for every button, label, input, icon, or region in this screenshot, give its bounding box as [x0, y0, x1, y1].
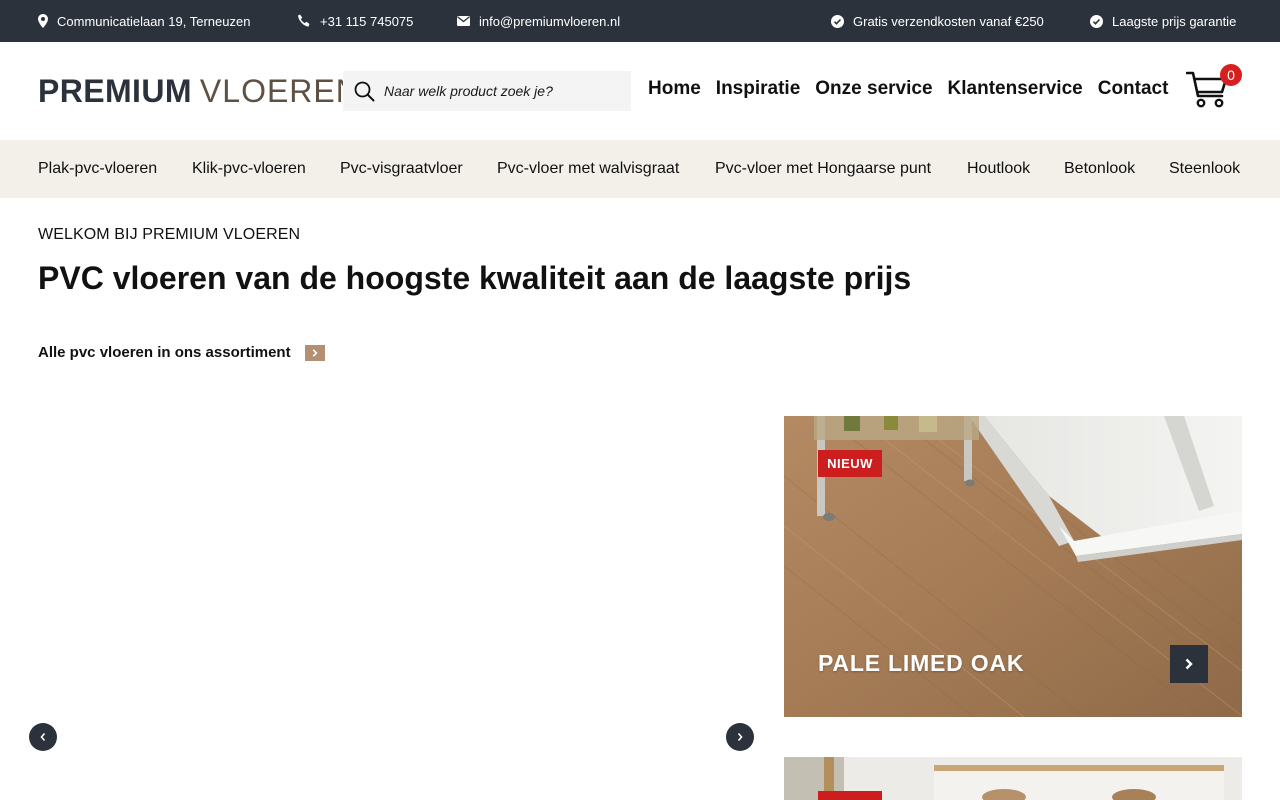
new-badge: NIEUW: [818, 450, 882, 477]
category-walvisgraat[interactable]: Pvc-vloer met walvisgraat: [497, 140, 679, 198]
nav-contact[interactable]: Contact: [1098, 78, 1169, 100]
category-navigation: Plak-pvc-vloeren Klik-pvc-vloeren Pvc-vi…: [0, 140, 1280, 198]
product-next-button[interactable]: [1170, 645, 1208, 683]
logo-bold: PREMIUM: [38, 73, 192, 109]
welcome-subtitle: WELKOM BIJ PREMIUM VLOEREN: [38, 226, 301, 243]
envelope-icon: [457, 16, 470, 26]
search-box: [343, 71, 631, 111]
category-plak-pvc[interactable]: Plak-pvc-vloeren: [38, 140, 157, 198]
usp-shipping-text: Gratis verzendkosten vanaf €250: [853, 13, 1044, 29]
chevron-right-icon: [304, 344, 325, 361]
category-klik-pvc[interactable]: Klik-pvc-vloeren: [192, 140, 306, 198]
usp-price-text: Laagste prijs garantie: [1112, 13, 1237, 29]
search-input[interactable]: [384, 83, 614, 99]
category-hongaarse-punt[interactable]: Pvc-vloer met Hongaarse punt: [715, 140, 931, 198]
logo-light: VLOEREN: [199, 73, 360, 109]
slider-next-button[interactable]: [726, 723, 754, 751]
chevron-right-icon: [737, 732, 743, 742]
cart-count-badge: 0: [1220, 64, 1242, 86]
chevron-left-icon: [40, 732, 46, 742]
main-navigation: Home Inspiratie Onze service Klantenserv…: [648, 78, 1168, 100]
top-info-bar: Communicatielaan 19, Terneuzen +31 115 7…: [0, 0, 1280, 42]
slider-prev-button[interactable]: [29, 723, 57, 751]
product-card[interactable]: NIEUW PALE LIMED OAK: [784, 416, 1242, 717]
product-card-second[interactable]: [784, 757, 1242, 800]
check-circle-icon: [1090, 14, 1103, 28]
phone-link[interactable]: +31 115 745075: [297, 0, 413, 42]
category-steenlook[interactable]: Steenlook: [1169, 140, 1240, 198]
site-logo[interactable]: PREMIUM VLOEREN: [38, 75, 360, 107]
category-betonlook[interactable]: Betonlook: [1064, 140, 1135, 198]
check-circle-icon: [831, 14, 844, 28]
site-header: PREMIUMVLOEREN Home Inspiratie Onze serv…: [0, 42, 1280, 140]
page-headline: PVC vloeren van de hoogste kwaliteit aan…: [38, 260, 912, 296]
address-text: Communicatielaan 19, Terneuzen: [57, 13, 251, 29]
category-visgraat[interactable]: Pvc-visgraatvloer: [340, 140, 463, 198]
search-icon[interactable]: [354, 81, 375, 102]
product-title: PALE LIMED OAK: [818, 650, 1025, 676]
nav-onze-service[interactable]: Onze service: [815, 78, 932, 100]
location-pin-icon: [38, 14, 48, 28]
address-info: Communicatielaan 19, Terneuzen: [38, 0, 250, 42]
new-badge-second: [818, 791, 882, 800]
usp-price: Laagste prijs garantie: [1090, 0, 1236, 42]
email-link[interactable]: info@premiumvloeren.nl: [457, 0, 620, 42]
assortment-link[interactable]: Alle pvc vloeren in ons assortiment: [38, 344, 325, 361]
nav-home[interactable]: Home: [648, 78, 701, 100]
nav-klantenservice[interactable]: Klantenservice: [948, 78, 1083, 100]
email-text: info@premiumvloeren.nl: [479, 13, 621, 29]
nav-inspiratie[interactable]: Inspiratie: [716, 78, 800, 100]
phone-text: +31 115 745075: [320, 13, 414, 29]
category-houtlook[interactable]: Houtlook: [967, 140, 1030, 198]
phone-icon: [298, 14, 310, 27]
usp-shipping: Gratis verzendkosten vanaf €250: [831, 0, 1044, 42]
chevron-right-icon: [1185, 658, 1193, 670]
assortment-link-text: Alle pvc vloeren in ons assortiment: [38, 344, 291, 361]
